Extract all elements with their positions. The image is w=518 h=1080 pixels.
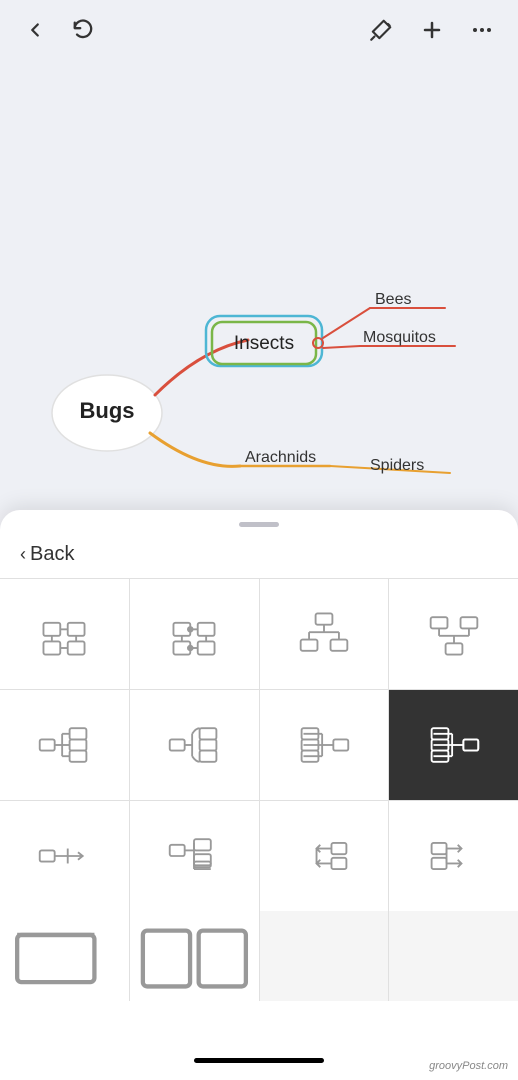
- svg-text:Bees: Bees: [375, 291, 411, 308]
- shape-cell-15: [260, 911, 389, 1001]
- svg-text:Bugs: Bugs: [80, 398, 135, 423]
- toolbar: [0, 0, 518, 60]
- svg-text:Insects: Insects: [234, 333, 294, 354]
- back-label: Back: [30, 543, 74, 566]
- shape-cell-10[interactable]: [130, 801, 259, 911]
- shape-cell-13[interactable]: [0, 911, 129, 1001]
- shape-cell-3[interactable]: [260, 579, 389, 689]
- toolbar-left: [20, 15, 98, 45]
- shapes-grid-partial: [0, 911, 518, 1001]
- tool-button[interactable]: [364, 13, 398, 47]
- more-button[interactable]: [466, 14, 498, 46]
- shape-cell-2[interactable]: [130, 579, 259, 689]
- shape-cell-8[interactable]: [389, 690, 518, 800]
- undo-button[interactable]: [68, 15, 98, 45]
- add-button[interactable]: [416, 14, 448, 46]
- shape-cell-16: [389, 911, 518, 1001]
- shape-cell-9[interactable]: [0, 801, 129, 911]
- back-chevron-icon: ‹: [20, 544, 26, 565]
- shape-cell-14[interactable]: [130, 911, 259, 1001]
- shape-cell-12[interactable]: [389, 801, 518, 911]
- svg-text:Mosquitos: Mosquitos: [363, 329, 436, 346]
- toolbar-right: [364, 13, 498, 47]
- shape-cell-11[interactable]: [260, 801, 389, 911]
- mindmap-canvas[interactable]: Bugs Insects Bees Mosquitos Arachnids Sp…: [0, 60, 518, 500]
- home-indicator: [194, 1058, 324, 1063]
- watermark: groovyPost.com: [429, 1060, 508, 1072]
- svg-text:Spiders: Spiders: [370, 457, 424, 474]
- shape-cell-6[interactable]: [130, 690, 259, 800]
- shape-cell-7[interactable]: [260, 690, 389, 800]
- shape-cell-5[interactable]: [0, 690, 129, 800]
- back-button[interactable]: [20, 15, 50, 45]
- shape-cell-4[interactable]: [389, 579, 518, 689]
- svg-text:Arachnids: Arachnids: [245, 449, 316, 466]
- mindmap-section: Bugs Insects Bees Mosquitos Arachnids Sp…: [0, 0, 518, 510]
- bottom-sheet: ‹ Back: [0, 510, 518, 1080]
- back-btn[interactable]: ‹ Back: [0, 527, 518, 578]
- shapes-grid: [0, 578, 518, 911]
- shape-cell-1[interactable]: [0, 579, 129, 689]
